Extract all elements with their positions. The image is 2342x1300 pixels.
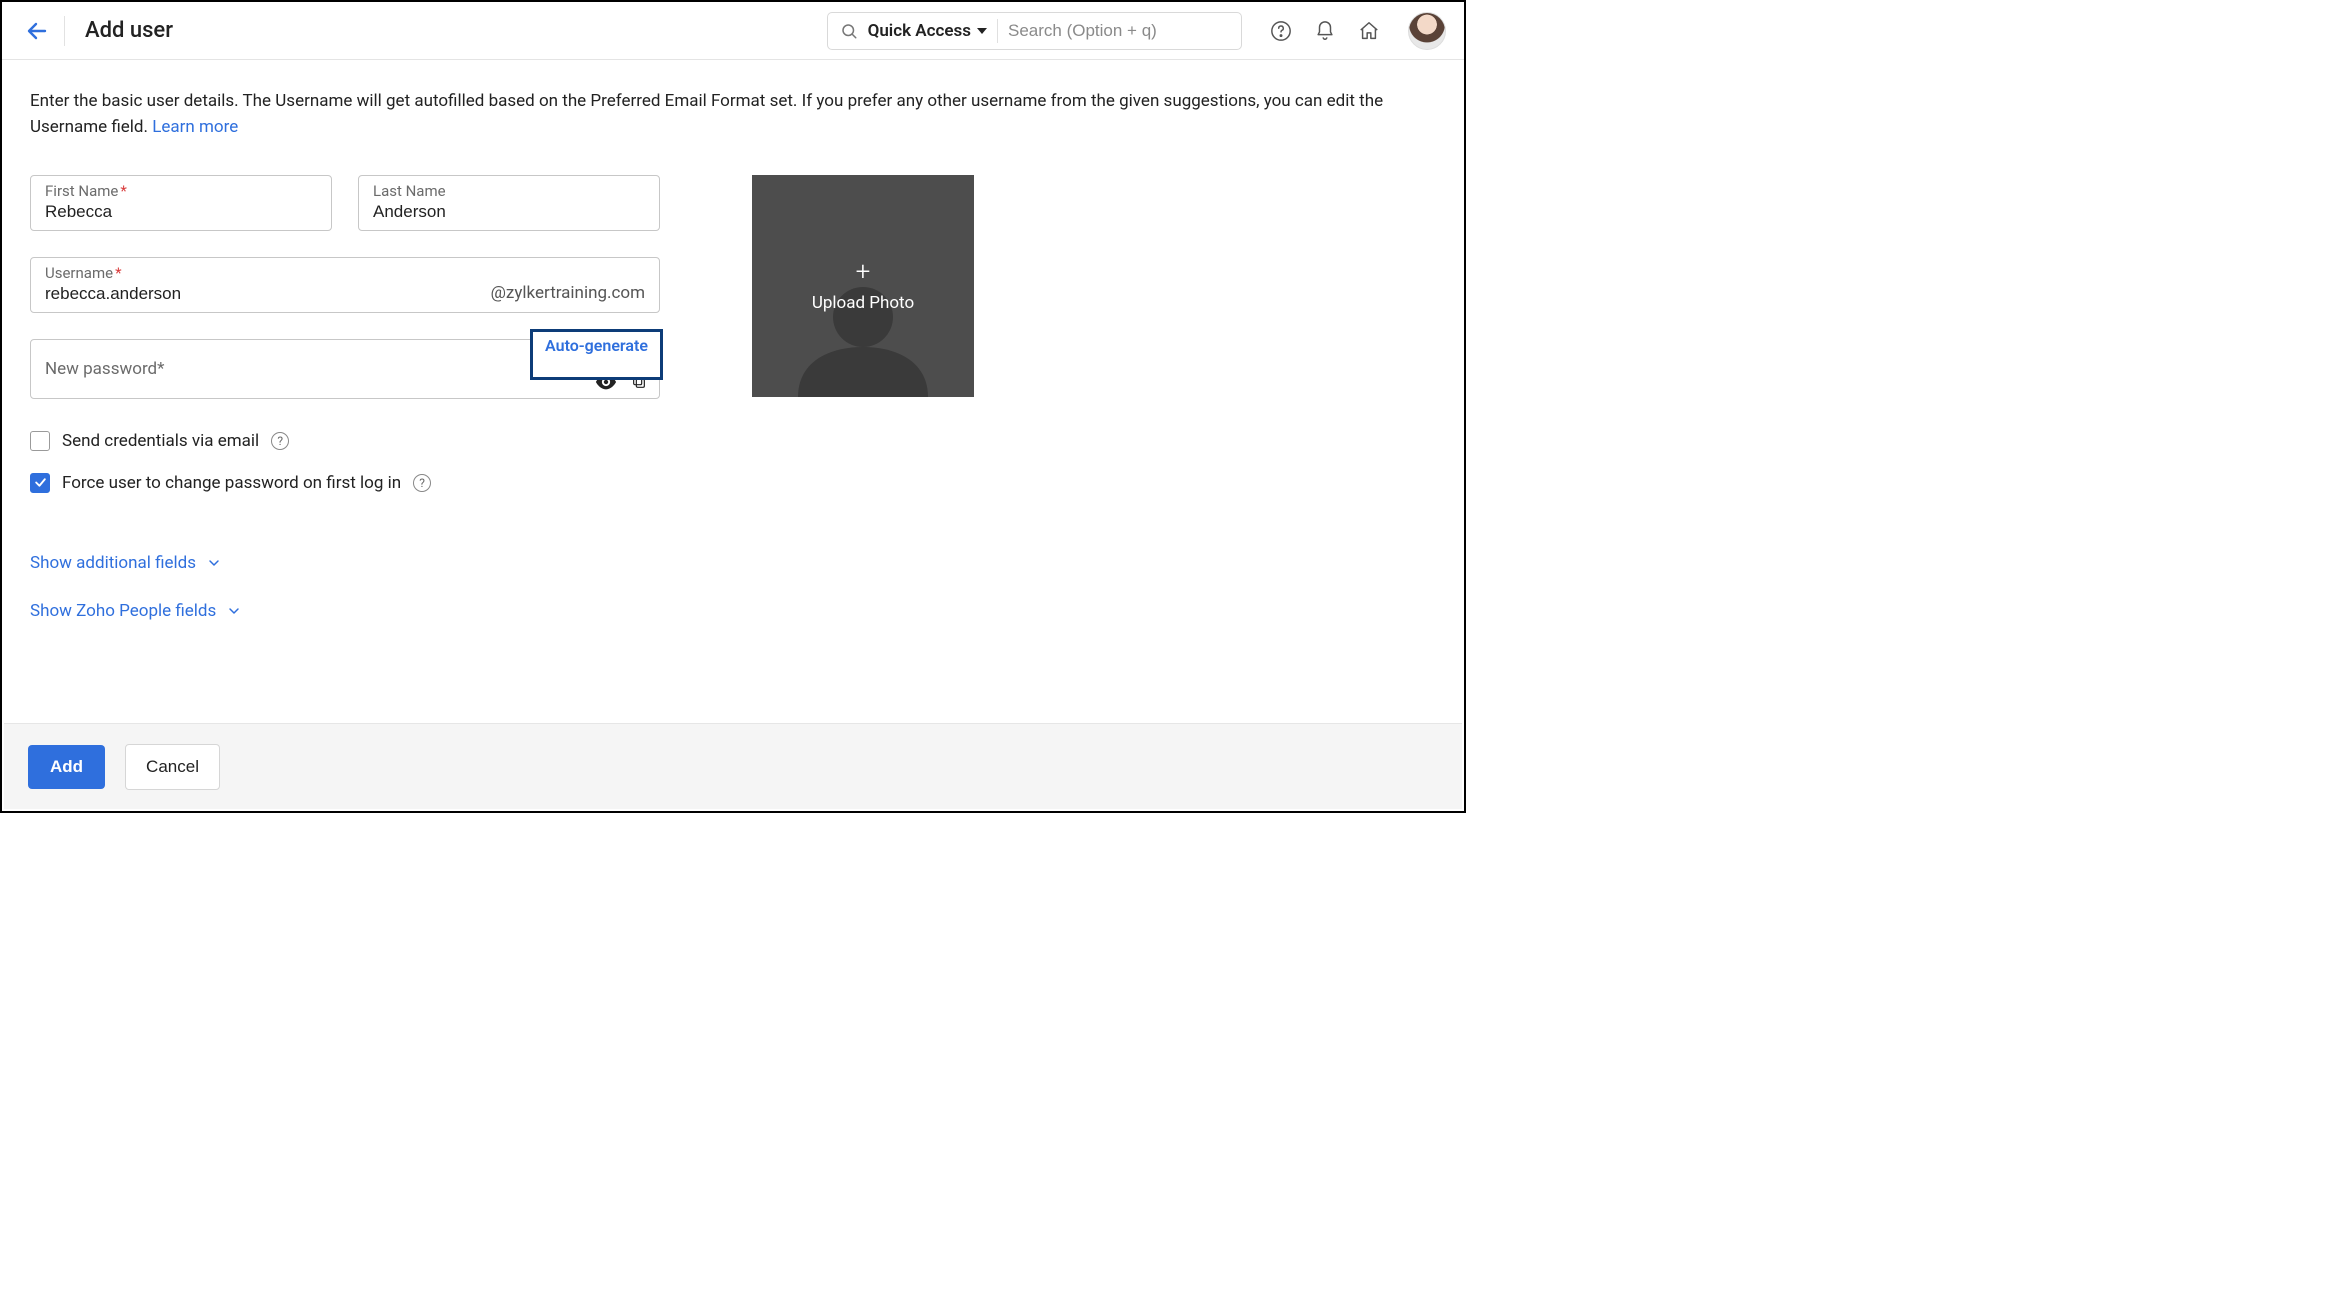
home-icon[interactable]	[1358, 20, 1380, 42]
first-name-label: First Name	[45, 182, 118, 200]
page-title: Add user	[85, 18, 173, 43]
search-input[interactable]	[1008, 21, 1229, 41]
required-mark: *	[120, 182, 126, 200]
intro-text: Enter the basic user details. The Userna…	[30, 88, 1436, 141]
search-bar[interactable]: Quick Access	[827, 12, 1242, 50]
bell-icon[interactable]	[1314, 20, 1336, 42]
username-domain: @zylkertraining.com	[491, 283, 645, 303]
force-change-row: Force user to change password on first l…	[30, 473, 660, 493]
force-change-checkbox[interactable]	[30, 473, 50, 493]
chevron-down-icon	[206, 555, 222, 571]
learn-more-link[interactable]: Learn more	[152, 117, 238, 137]
form-column: First Name* Last Name Username* @zylkert…	[30, 175, 660, 621]
last-name-input[interactable]	[373, 202, 645, 222]
arrow-left-icon	[25, 19, 49, 43]
footer-bar: Add Cancel	[4, 723, 1462, 809]
user-avatar[interactable]	[1408, 12, 1446, 50]
required-mark: *	[157, 359, 164, 379]
required-mark: *	[115, 264, 121, 282]
first-name-input[interactable]	[45, 202, 317, 222]
help-icon[interactable]: ?	[271, 432, 289, 450]
last-name-label: Last Name	[373, 182, 446, 200]
show-additional-fields[interactable]: Show additional fields	[30, 553, 660, 573]
username-input[interactable]	[45, 284, 491, 304]
show-zoho-people-fields[interactable]: Show Zoho People fields	[30, 601, 660, 621]
first-name-field[interactable]: First Name*	[30, 175, 332, 231]
divider	[997, 19, 998, 43]
caret-down-icon	[977, 26, 987, 36]
show-zoho-people-label: Show Zoho People fields	[30, 601, 216, 621]
send-credentials-row: Send credentials via email ?	[30, 431, 660, 451]
send-credentials-label: Send credentials via email	[62, 431, 259, 451]
auto-generate-label: Auto-generate	[545, 336, 648, 355]
divider	[64, 16, 65, 46]
quick-access-dropdown[interactable]: Quick Access	[868, 21, 987, 41]
quick-access-label: Quick Access	[868, 21, 971, 41]
cancel-button[interactable]: Cancel	[125, 744, 220, 790]
password-label: New password	[45, 359, 157, 379]
back-button[interactable]	[24, 18, 50, 44]
last-name-field[interactable]: Last Name	[358, 175, 660, 231]
username-label: Username	[45, 264, 113, 282]
plus-icon: +	[856, 259, 871, 285]
auto-generate-button[interactable]: Auto-generate	[530, 329, 663, 380]
content-area: Enter the basic user details. The Userna…	[2, 60, 1464, 723]
check-icon	[34, 476, 47, 489]
help-icon[interactable]	[1270, 20, 1292, 42]
chevron-down-icon	[226, 603, 242, 619]
add-button[interactable]: Add	[28, 745, 105, 789]
show-additional-label: Show additional fields	[30, 553, 196, 573]
username-field[interactable]: Username* @zylkertraining.com	[30, 257, 660, 313]
force-change-label: Force user to change password on first l…	[62, 473, 401, 493]
send-credentials-checkbox[interactable]	[30, 431, 50, 451]
upload-photo-label: Upload Photo	[812, 293, 914, 313]
help-icon[interactable]: ?	[413, 474, 431, 492]
topbar-actions	[1270, 12, 1446, 50]
upload-photo-box[interactable]: + Upload Photo	[752, 175, 974, 397]
search-icon	[840, 22, 858, 40]
top-bar: Add user Quick Access	[2, 2, 1464, 60]
